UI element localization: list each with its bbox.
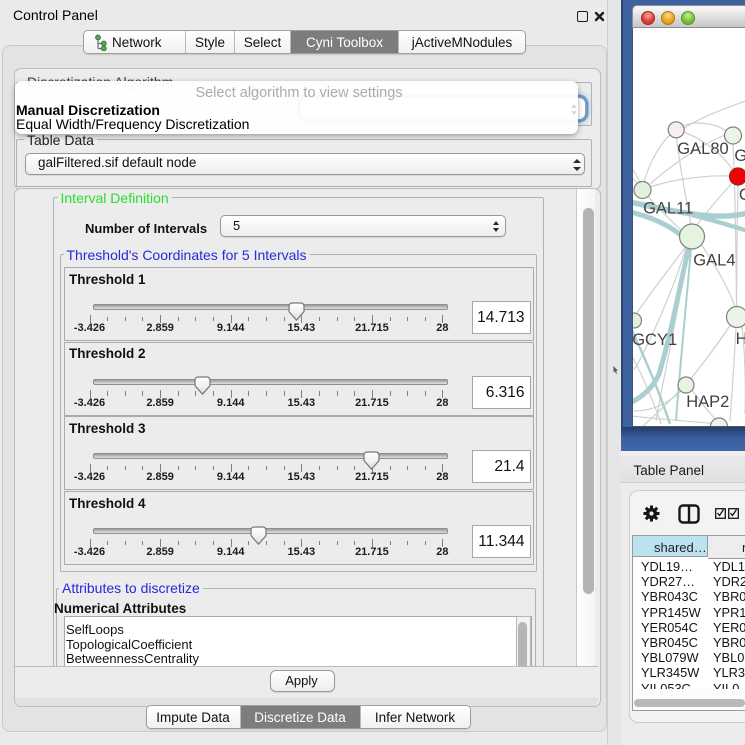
svg-text:GAL80: GAL80 [677, 140, 728, 158]
svg-text:GAL11: GAL11 [643, 200, 693, 218]
svg-text:CD: CD [739, 186, 745, 204]
svg-text:HAP4: HAP4 [736, 330, 745, 348]
svg-text:GAL4: GAL4 [693, 252, 735, 270]
svg-text:GCY1: GCY1 [632, 331, 677, 349]
svg-text:HAP2: HAP2 [686, 393, 729, 411]
svg-text:GAL: GAL [734, 147, 745, 165]
